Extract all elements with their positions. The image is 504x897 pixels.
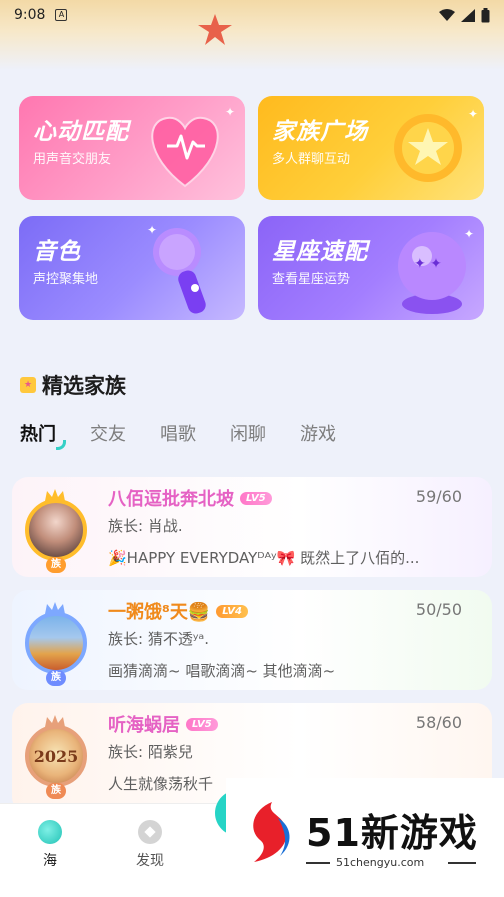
tab-friends[interactable]: 交友 bbox=[90, 420, 126, 446]
family-avatar: 族 bbox=[16, 600, 94, 686]
card-title: 音色 bbox=[33, 239, 81, 265]
watermark-text: 51新游戏 bbox=[306, 811, 478, 855]
wifi-icon bbox=[439, 8, 455, 21]
active-tab-indicator bbox=[56, 440, 66, 450]
family-leader: 族长: 陌紫兒 bbox=[108, 743, 193, 761]
svg-text:✦: ✦ bbox=[468, 107, 478, 121]
family-name: 八佰逗批奔北坡 LV5 bbox=[108, 485, 272, 511]
family-description: 画猜滴滴~ 唱歌滴滴~ 其他滴滴~ bbox=[108, 662, 336, 680]
card-subtitle: 用声音交朋友 bbox=[33, 152, 112, 167]
level-badge: LV4 bbox=[216, 604, 248, 618]
svg-text:✦: ✦ bbox=[225, 105, 235, 119]
card-title: 心动匹配 bbox=[33, 119, 129, 145]
sea-icon bbox=[38, 820, 62, 844]
nav-label: 海 bbox=[43, 853, 57, 869]
star-shield-icon: ✦ bbox=[394, 107, 478, 182]
member-count: 50/50 bbox=[415, 600, 462, 619]
card-subtitle: 多人群聊互动 bbox=[272, 152, 351, 167]
family-tag: 族 bbox=[46, 783, 66, 799]
card-subtitle: 查看星座运势 bbox=[272, 272, 351, 287]
family-avatar: 族 bbox=[16, 487, 94, 573]
card-title: 家族广场 bbox=[272, 119, 368, 145]
watermark: 51新游戏 51chengyu.com bbox=[226, 778, 504, 886]
member-count: 58/60 bbox=[415, 713, 462, 732]
family-avatar: 2025 族 bbox=[16, 713, 94, 799]
nav-item-discover[interactable]: 发现 bbox=[120, 820, 180, 870]
watermark-divider bbox=[306, 862, 330, 864]
family-description: 人生就像荡秋千 bbox=[108, 775, 214, 793]
family-tag: 族 bbox=[46, 557, 66, 573]
watermark-divider bbox=[448, 862, 476, 864]
card-subtitle: 声控聚集地 bbox=[33, 272, 99, 287]
avatar-year-text: 2025 bbox=[33, 746, 79, 766]
feature-card-heart-match[interactable]: ✦ 心动匹配 用声音交朋友 bbox=[19, 96, 245, 200]
level-badge: LV5 bbox=[186, 717, 218, 731]
battery-icon bbox=[481, 7, 490, 22]
discover-icon bbox=[138, 820, 162, 844]
star-badge-icon: ★ bbox=[20, 377, 36, 393]
family-description: 🎉HAPPY EVERYDAYᴰᴬʸ🎀 既然上了八佰的... bbox=[108, 549, 420, 567]
level-badge: LV5 bbox=[240, 491, 272, 505]
microphone-icon: ✦ bbox=[147, 223, 206, 314]
tab-games[interactable]: 游戏 bbox=[300, 420, 336, 446]
family-name: 一粥饿⁸天🍔 LV4 bbox=[108, 598, 248, 624]
feature-card-constellation[interactable]: ✦ ✦ ✦ 星座速配 查看星座运势 bbox=[258, 216, 484, 320]
card-title: 星座速配 bbox=[272, 239, 368, 265]
crystal-ball-icon: ✦ ✦ ✦ bbox=[398, 227, 474, 314]
nav-item-sea[interactable]: 海 bbox=[20, 820, 80, 870]
family-leader: 族长: 肖战. bbox=[108, 517, 183, 535]
heart-icon: ✦ bbox=[151, 105, 235, 188]
nav-label: 发现 bbox=[136, 853, 164, 869]
tab-hot[interactable]: 热门 bbox=[20, 420, 66, 450]
family-row[interactable]: 族 八佰逗批奔北坡 LV5 59/60 族长: 肖战. 🎉HAPPY EVERY… bbox=[12, 477, 492, 577]
family-row[interactable]: 族 一粥饿⁸天🍔 LV4 50/50 族长: 猜不透ʸᵃ. 画猜滴滴~ 唱歌滴滴… bbox=[12, 590, 492, 690]
family-tag: 族 bbox=[46, 670, 66, 686]
section-header: ★ 精选家族 bbox=[20, 370, 126, 400]
svg-text:✦: ✦ bbox=[464, 227, 474, 241]
watermark-logo-icon bbox=[253, 802, 290, 862]
family-tabs: 热门 交友 唱歌 闲聊 游戏 bbox=[20, 420, 370, 450]
signal-icon bbox=[461, 8, 475, 22]
watermark-url: 51chengyu.com bbox=[336, 856, 425, 869]
status-time: 9:08 bbox=[14, 7, 46, 23]
notification-icon: A bbox=[55, 9, 68, 21]
family-name: 听海蜗居 LV5 bbox=[108, 711, 218, 737]
svg-text:✦ ✦: ✦ ✦ bbox=[414, 256, 442, 272]
family-leader: 族长: 猜不透ʸᵃ. bbox=[108, 630, 210, 648]
tab-chat[interactable]: 闲聊 bbox=[230, 420, 266, 446]
feature-card-voice[interactable]: ✦ 音色 声控聚集地 bbox=[19, 216, 245, 320]
status-bar: 9:08 A bbox=[0, 0, 504, 30]
svg-text:✦: ✦ bbox=[147, 223, 157, 237]
section-title: 精选家族 bbox=[42, 374, 126, 398]
tab-singing[interactable]: 唱歌 bbox=[160, 420, 196, 446]
member-count: 59/60 bbox=[415, 487, 462, 506]
feature-card-family-plaza[interactable]: ✦ 家族广场 多人群聊互动 bbox=[258, 96, 484, 200]
